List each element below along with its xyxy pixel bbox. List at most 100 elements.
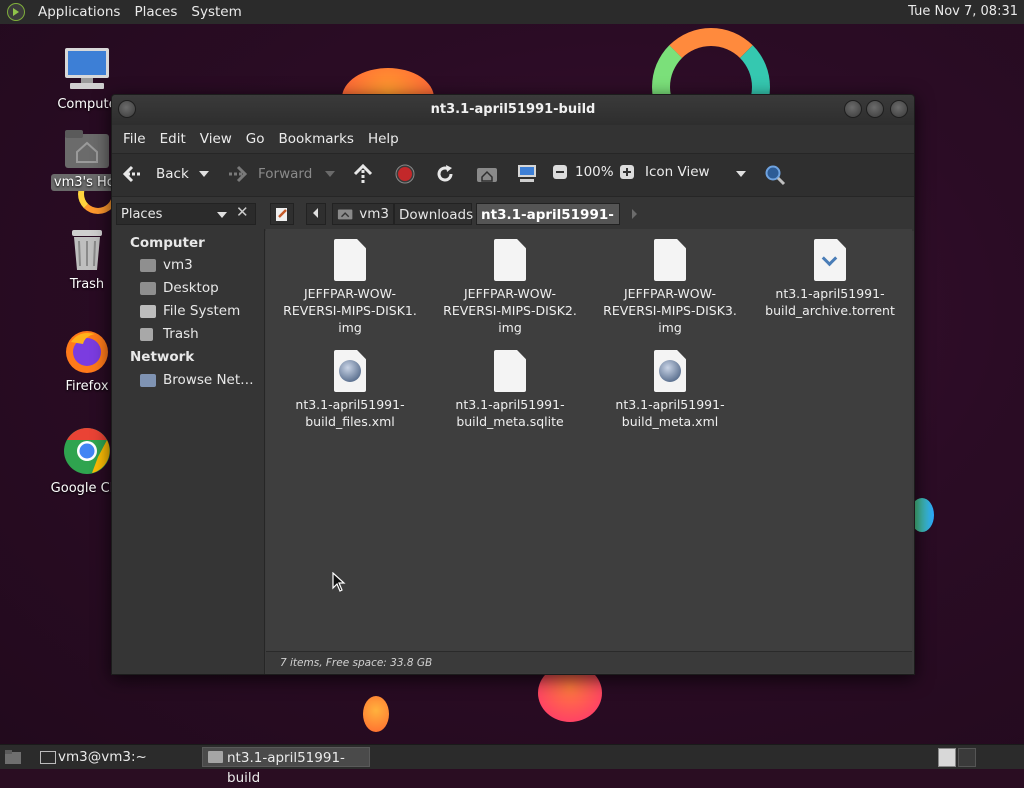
menubar: File Edit View Go Bookmarks Help: [112, 125, 914, 153]
reload-icon: [437, 165, 453, 182]
folder-icon: [208, 751, 223, 763]
sidebar-item-vm3[interactable]: vm3: [140, 257, 193, 273]
torrent-file-icon: [814, 239, 846, 281]
trash-icon: [72, 230, 102, 270]
edit-location-button[interactable]: [270, 203, 294, 225]
drive-icon: [140, 304, 156, 318]
file-item[interactable]: JEFFPAR-WOW- REVERSI-MIPS-DISK2. img: [440, 239, 580, 336]
menu-file[interactable]: File: [116, 131, 153, 147]
taskbar-item-file-manager[interactable]: nt3.1-april51991-build: [202, 747, 370, 786]
stop-button[interactable]: [395, 164, 415, 184]
back-button[interactable]: Back: [122, 164, 189, 184]
desktop-icon-label: Trash: [69, 277, 105, 292]
file-manager-window: nt3.1-april51991-build File Edit View Go…: [111, 94, 915, 675]
top-panel: Applications Places System Tue Nov 7, 08…: [0, 0, 1024, 25]
sidebar-item-label: vm3: [163, 257, 193, 273]
terminal-icon: [40, 751, 56, 764]
back-history-dropdown[interactable]: [199, 171, 209, 177]
workspace-2-button[interactable]: [958, 748, 976, 767]
view-mode-select[interactable]: Icon View: [645, 164, 710, 180]
home-button[interactable]: [476, 164, 498, 184]
sidebar-item-browse-network[interactable]: Browse Net…: [140, 372, 254, 388]
system-menu[interactable]: System: [184, 4, 248, 20]
file-name-line: build_files.xml: [305, 414, 395, 429]
sidebar-item-file-system[interactable]: File System: [140, 303, 240, 319]
clock[interactable]: Tue Nov 7, 08:31: [908, 4, 1018, 19]
toolbar: Back Forward 100% Icon View: [112, 153, 914, 197]
applications-menu[interactable]: Applications: [31, 4, 127, 20]
computer-button[interactable]: [516, 164, 538, 184]
computer-icon: [65, 48, 109, 89]
back-label: Back: [156, 166, 189, 182]
search-button[interactable]: [764, 164, 786, 186]
zoom-out-icon: [553, 165, 567, 179]
taskbar-item-label: nt3.1-april51991-build: [227, 750, 345, 786]
file-item[interactable]: nt3.1-april51991- build_files.xml: [280, 350, 420, 430]
breadcrumb-scroll-right[interactable]: [630, 208, 638, 224]
show-desktop-icon[interactable]: [4, 749, 22, 765]
maximize-button[interactable]: [866, 100, 884, 118]
breadcrumb-scroll-left[interactable]: [306, 203, 326, 225]
breadcrumb-vm3[interactable]: vm3: [332, 203, 394, 225]
document-icon: [494, 239, 526, 281]
close-sidebar-icon[interactable]: ✕: [236, 203, 249, 221]
up-button[interactable]: [352, 164, 374, 184]
status-bar: 7 items, Free space: 33.8 GB: [266, 651, 912, 673]
trash-icon: [140, 327, 153, 341]
breadcrumb-current[interactable]: nt3.1-april51991-build: [476, 203, 620, 245]
file-item[interactable]: nt3.1-april51991- build_meta.xml: [600, 350, 740, 430]
chevron-down-icon: [736, 171, 746, 177]
file-item[interactable]: JEFFPAR-WOW- REVERSI-MIPS-DISK3. img: [600, 239, 740, 336]
home-folder-icon: [65, 130, 109, 168]
sidebar-item-trash[interactable]: Trash: [140, 326, 199, 342]
sidebar-heading-network: Network: [130, 349, 195, 365]
file-name-line: build_archive.torrent: [765, 303, 895, 318]
breadcrumb-downloads[interactable]: Downloads: [394, 203, 474, 225]
forward-label: Forward: [258, 166, 313, 182]
firefox-icon: [66, 331, 108, 373]
breadcrumb-label: Downloads: [399, 207, 474, 223]
file-name-line: JEFFPAR-WOW-: [624, 286, 716, 301]
sidebar-item-label: Browse Net…: [163, 372, 254, 388]
reload-button[interactable]: [435, 164, 455, 184]
sidebar-selector[interactable]: Places: [116, 203, 256, 225]
zoom-in-icon: [620, 165, 634, 179]
zoom-out-button[interactable]: [552, 164, 568, 180]
back-arrow-icon: [122, 165, 141, 183]
workspace-1-button[interactable]: [938, 748, 956, 767]
minimize-button[interactable]: [844, 100, 862, 118]
menu-help[interactable]: Help: [361, 131, 406, 147]
edit-pencil-icon: [276, 208, 287, 221]
document-icon: [494, 350, 526, 392]
zoom-in-button[interactable]: [619, 164, 635, 180]
file-item[interactable]: JEFFPAR-WOW- REVERSI-MIPS-DISK1. img: [280, 239, 420, 336]
file-name-line: REVERSI-MIPS-DISK2.: [443, 303, 577, 318]
view-mode-dropdown[interactable]: [736, 171, 746, 177]
search-icon: [765, 165, 786, 186]
document-icon: [334, 239, 366, 281]
menu-edit[interactable]: Edit: [153, 131, 193, 147]
taskbar-item-terminal[interactable]: vm3@vm3:~: [34, 747, 199, 767]
file-item[interactable]: nt3.1-april51991- build_meta.sqlite: [440, 350, 580, 430]
menu-view[interactable]: View: [193, 131, 239, 147]
distro-logo-icon[interactable]: [7, 3, 25, 21]
menu-bookmarks[interactable]: Bookmarks: [272, 131, 361, 147]
forward-history-dropdown[interactable]: [325, 171, 335, 177]
sidebar-item-desktop[interactable]: Desktop: [140, 280, 219, 296]
home-folder-icon: [477, 168, 497, 182]
chevron-down-icon: [325, 171, 335, 177]
chevron-right-icon: [632, 209, 637, 219]
sidebar-item-label: File System: [163, 303, 241, 319]
stop-icon: [395, 164, 415, 184]
close-button[interactable]: [890, 100, 908, 118]
forward-button[interactable]: Forward: [226, 164, 312, 184]
file-name-line: img: [498, 320, 522, 335]
menu-go[interactable]: Go: [239, 131, 272, 147]
file-icon-view[interactable]: JEFFPAR-WOW- REVERSI-MIPS-DISK1. img JEF…: [266, 229, 912, 651]
places-menu[interactable]: Places: [127, 4, 184, 20]
file-item[interactable]: nt3.1-april51991- build_archive.torrent: [760, 239, 900, 319]
window-titlebar[interactable]: nt3.1-april51991-build: [112, 95, 914, 125]
zoom-level[interactable]: 100%: [575, 164, 614, 180]
chrome-icon: [64, 428, 110, 474]
file-name-line: img: [338, 320, 362, 335]
